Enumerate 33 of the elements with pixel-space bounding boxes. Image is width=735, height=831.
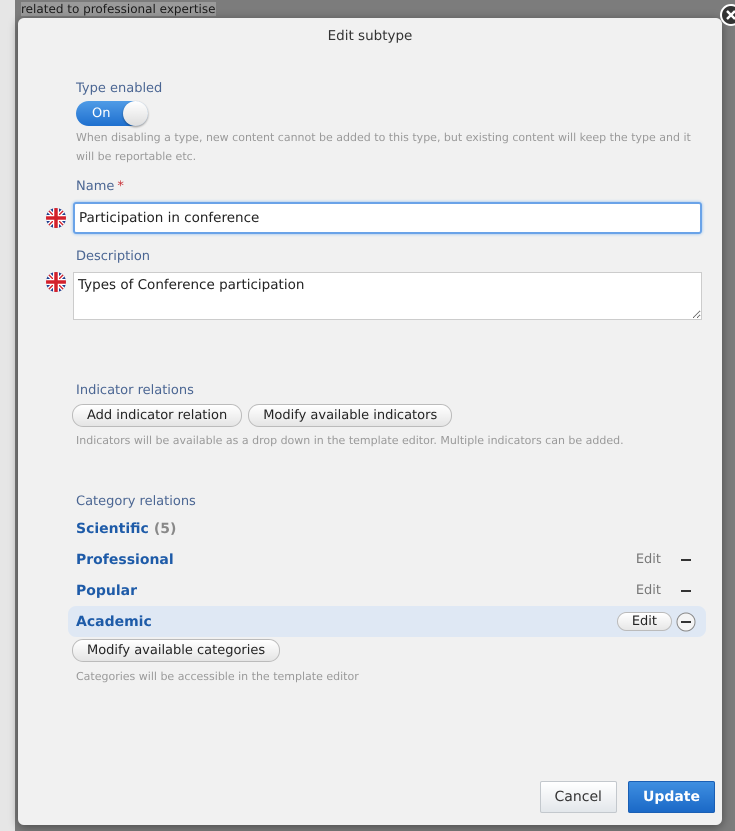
edit-button[interactable]: Edit <box>624 581 672 600</box>
page-heading: related to professional expertise <box>21 2 216 16</box>
field-label: Type enabled <box>76 81 164 96</box>
name-field[interactable]: Participation in conference <box>73 202 702 234</box>
indicator-button[interactable]: Modify available indicators <box>248 404 452 427</box>
cancel-button[interactable]: Cancel <box>540 781 617 813</box>
update-button[interactable]: Update <box>628 781 715 813</box>
hint-text: Categories will be accessible in the template editor <box>76 669 360 685</box>
category-name[interactable]: Academic <box>76 614 152 630</box>
category-row[interactable]: Academic Edit <box>68 606 706 637</box>
modify-categories-button[interactable]: Modify available categories <box>72 639 280 662</box>
category-row[interactable]: Popular Edit <box>68 575 706 606</box>
edit-button[interactable]: Edit <box>616 612 672 631</box>
section-label: Indicator relations <box>76 383 195 398</box>
remove-icon[interactable] <box>676 612 696 632</box>
dialog-title: Edit subtype <box>328 28 412 44</box>
flag-icon <box>46 208 66 228</box>
indicator-button[interactable]: Add indicator relation <box>72 404 242 427</box>
description-field[interactable]: Types of Conference participation <box>73 272 702 320</box>
category-name[interactable]: Professional <box>76 552 174 568</box>
hint-text: When disabling a type, new content cannot be added to this type, but existing content will keep the type and it will be reportable etc. <box>76 130 692 165</box>
section-label: Category relations <box>76 494 197 509</box>
field-label: Description <box>76 249 152 264</box>
field-label: Name * <box>76 179 125 194</box>
category-name[interactable]: Scientific <box>76 520 149 536</box>
hint-text: Indicators will be available as a drop down in the template editor. Multiple indicators can be added. <box>76 433 625 449</box>
category-name[interactable]: Popular <box>76 582 138 598</box>
category-row[interactable]: Scientific (5) <box>68 513 706 544</box>
edit-button[interactable]: Edit <box>624 550 672 569</box>
flag-icon <box>46 272 66 292</box>
category-row[interactable]: Professional Edit <box>68 544 706 575</box>
category-count: (5) <box>154 520 176 536</box>
toggle-switch[interactable]: On <box>76 101 148 126</box>
